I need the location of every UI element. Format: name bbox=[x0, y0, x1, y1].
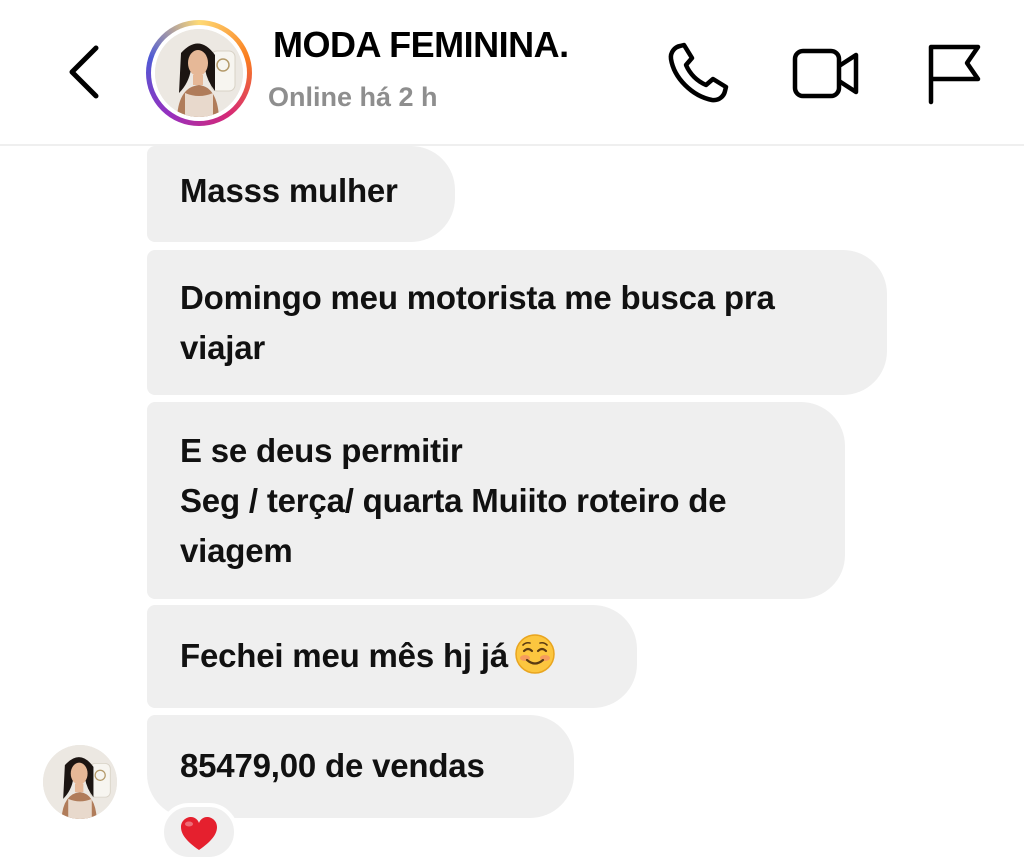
chevron-left-icon bbox=[69, 45, 99, 99]
call-button[interactable] bbox=[664, 38, 734, 108]
message-text: viajar bbox=[180, 329, 266, 366]
message-text: Seg / terça/ quarta Muiito roteiro de bbox=[180, 482, 727, 519]
chat-title[interactable]: MODA FEMININA. bbox=[273, 24, 569, 66]
avatar-photo bbox=[155, 29, 243, 117]
online-status: Online há 2 h bbox=[268, 82, 438, 112]
heart-icon bbox=[181, 817, 217, 850]
message-reaction[interactable] bbox=[160, 803, 238, 861]
message-text: Fechei meu mês hj já bbox=[180, 637, 508, 674]
message-text: E se deus permitir bbox=[180, 432, 463, 469]
message-bubble[interactable]: Domingo meu motorista me busca pra viaja… bbox=[147, 250, 887, 395]
phone-icon bbox=[668, 42, 729, 103]
message-text: viagem bbox=[180, 532, 293, 569]
message-bubble[interactable]: E se deus permitir Seg / terça/ quarta M… bbox=[147, 402, 845, 599]
video-call-button[interactable] bbox=[790, 40, 862, 106]
profile-avatar[interactable] bbox=[146, 20, 252, 126]
message-bubble[interactable]: Fechei meu mês hj já bbox=[147, 605, 637, 708]
report-button[interactable] bbox=[922, 40, 984, 106]
message-text: 85479,00 de vendas bbox=[180, 747, 485, 784]
video-camera-icon bbox=[792, 48, 859, 99]
sender-avatar[interactable] bbox=[43, 745, 117, 819]
chat-header: MODA FEMININA. Online há 2 h bbox=[0, 0, 1024, 146]
smiling-face-icon bbox=[514, 633, 556, 675]
back-button[interactable] bbox=[58, 40, 110, 104]
message-text: Domingo meu motorista me busca pra bbox=[180, 279, 775, 316]
message-bubble[interactable]: Masss mulher bbox=[147, 146, 455, 242]
flag-icon bbox=[928, 44, 981, 105]
message-text: Masss mulher bbox=[180, 172, 398, 209]
